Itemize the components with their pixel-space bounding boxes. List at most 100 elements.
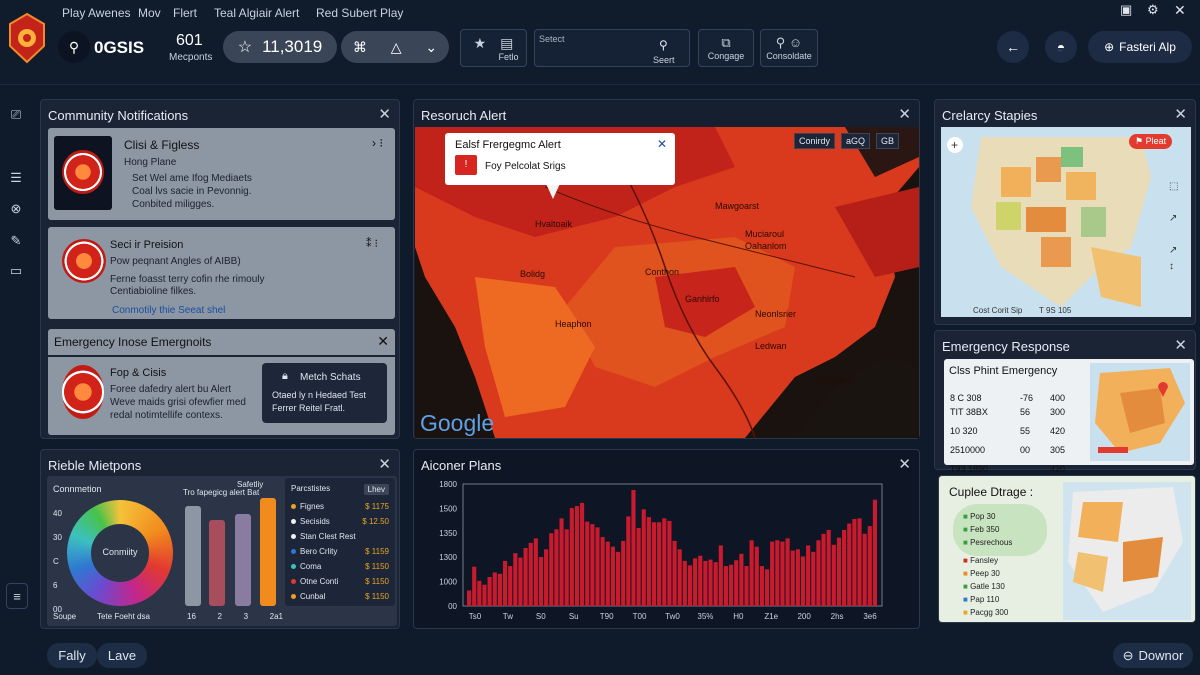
chart-bar[interactable]	[749, 540, 754, 606]
close-icon[interactable]: ✕	[378, 105, 391, 123]
chart-bar[interactable]	[734, 560, 739, 606]
chart-bar[interactable]	[600, 537, 605, 606]
lave-button[interactable]: Lave	[97, 643, 147, 668]
close-icon[interactable]: ✕	[1174, 105, 1187, 123]
chart-bar[interactable]	[723, 566, 729, 606]
consolidate-button[interactable]: ⚲ ☺ Consoldate	[760, 29, 818, 67]
chart-bar[interactable]	[487, 577, 492, 606]
menu-item-4[interactable]: Teal Algiair Alert	[214, 6, 299, 20]
close-icon[interactable]: ✕	[378, 455, 391, 473]
chart-bar[interactable]	[842, 529, 847, 606]
match-schats-box[interactable]: 🔒︎ Metch Schats Otaed ly n Hedaed Test F…	[262, 363, 387, 423]
chart-bar[interactable]	[764, 569, 770, 606]
notification-card[interactable]: Clisi & Figless › ⁝ Hong Plane Set Wel a…	[48, 128, 395, 220]
region-map[interactable]: + ⬚ ↗ ↗ ↕	[941, 127, 1191, 317]
chart-bar[interactable]	[502, 560, 508, 606]
donut-chart[interactable]: Conmiity	[67, 500, 173, 606]
map-tools-pill[interactable]: ⌘ △ ⌄	[341, 31, 449, 63]
chart-bar[interactable]	[585, 521, 590, 606]
chart-bar[interactable]	[544, 549, 549, 606]
chart-bar[interactable]	[785, 538, 790, 606]
chart-bar[interactable]	[554, 529, 559, 606]
chart-bar[interactable]	[533, 538, 538, 606]
search-button[interactable]: ⚲	[58, 31, 90, 63]
chart-bar[interactable]	[744, 566, 749, 606]
chart-bar[interactable]	[836, 537, 842, 606]
response-card[interactable]: Clss Phint Emergency 8 C 308 -76 400 TIT 3…	[944, 359, 1194, 474]
close-window-icon[interactable]: ✕	[1174, 2, 1186, 19]
chart-bar[interactable]	[559, 518, 564, 606]
map-tool-icon[interactable]: ⬚	[1169, 181, 1178, 192]
globe-icon[interactable]: ⊗	[6, 199, 26, 219]
chart-bar[interactable]	[477, 580, 482, 606]
chart-bar[interactable]	[538, 557, 544, 606]
chart-bar[interactable]	[806, 545, 811, 606]
counter-pill[interactable]: ☆ 11,3019	[223, 31, 337, 63]
chart-bar[interactable]	[482, 584, 487, 606]
chart-bar[interactable]	[580, 502, 585, 606]
folder-icon[interactable]: ▭	[6, 261, 26, 281]
download-button[interactable]: ⊖ Downor	[1113, 643, 1193, 668]
table-header-button[interactable]: Lhev	[363, 484, 389, 495]
notification-link[interactable]: Conmotily thie Seeat shel	[112, 304, 225, 317]
account-button[interactable]: ⊕ Fasteri Alp	[1088, 31, 1192, 63]
map-pin-badge[interactable]: ⚑ Pleat	[1129, 134, 1173, 149]
map-tool-icon[interactable]: ↗	[1169, 213, 1177, 224]
table-row[interactable]: Coma $ 1150	[285, 559, 395, 574]
chart-bar[interactable]	[857, 518, 862, 606]
table-row[interactable]: Stan Clest Rest	[285, 529, 395, 544]
chart-bar[interactable]	[595, 527, 600, 606]
map-control[interactable]: aGQ	[841, 133, 871, 149]
chart-bar[interactable]	[667, 520, 672, 606]
chart-bar[interactable]	[549, 533, 554, 606]
chart-bar[interactable]	[831, 544, 836, 606]
bar-chart[interactable]: 1800 1500 1350 1300 1000 00 Ts0 Tw S0 Su T90 T00 Tw0…	[418, 476, 918, 626]
chart-bar[interactable]	[626, 516, 631, 606]
layers-icon[interactable]: ⎚	[6, 105, 26, 125]
chart-bar[interactable]	[872, 499, 877, 606]
help-icon[interactable]: ≡	[6, 583, 28, 609]
chart-bar[interactable]	[821, 533, 826, 606]
chart-bar[interactable]	[615, 551, 621, 606]
chart-bar[interactable]	[739, 553, 744, 606]
menu-item-1[interactable]: Play Awenes	[62, 6, 131, 20]
chart-bar[interactable]	[508, 566, 513, 606]
chart-bar[interactable]	[564, 529, 569, 606]
response-mini-map[interactable]	[1090, 363, 1190, 461]
chart-bar[interactable]	[646, 517, 651, 606]
menu-item-3[interactable]: Flert	[173, 6, 197, 20]
chart-bar[interactable]	[631, 490, 636, 606]
close-icon[interactable]: ✕	[1174, 336, 1187, 354]
chart-bar[interactable]	[672, 540, 677, 606]
chart-bar[interactable]	[862, 533, 867, 606]
close-icon[interactable]: ✕	[377, 333, 389, 350]
emergency-card[interactable]: Fop & Cisis Foree dafedry alert bu Alert…	[48, 357, 395, 435]
chart-bar[interactable]	[718, 545, 723, 606]
notification-actions[interactable]: ⁑ ⁝	[366, 237, 378, 250]
notification-card[interactable]: Seci ir Preision ⁑ ⁝ Pow peqnant Angles …	[48, 227, 395, 319]
list-icon[interactable]: ☰	[6, 168, 26, 188]
chart-bar[interactable]	[651, 522, 657, 606]
chart-bar[interactable]	[759, 566, 764, 606]
chart-bar[interactable]	[518, 557, 523, 606]
chart-bar[interactable]	[621, 540, 626, 606]
chart-bar[interactable]	[569, 508, 574, 606]
map-control[interactable]: GB	[876, 133, 900, 149]
notification-actions[interactable]: › ⁝	[372, 136, 383, 150]
chart-bar[interactable]	[574, 506, 580, 606]
chart-bar[interactable]	[497, 573, 502, 606]
chevron-down-icon[interactable]: ⌄	[425, 39, 437, 56]
chart-bar[interactable]	[682, 560, 687, 606]
triangle-icon[interactable]: △	[391, 39, 402, 56]
chart-bar[interactable]	[472, 566, 477, 606]
table-row[interactable]: Bero Crlity $ 1159	[285, 544, 395, 559]
chart-bar[interactable]	[847, 523, 852, 606]
chart-bar[interactable]	[492, 572, 497, 606]
map-icon[interactable]: ⌘	[353, 39, 367, 56]
table-row[interactable]: Cunbal $ 1150	[285, 589, 395, 604]
back-button[interactable]: ←	[997, 31, 1029, 63]
map-tool-icon[interactable]: ↕	[1169, 261, 1174, 272]
chart-bar[interactable]	[775, 540, 780, 606]
close-icon[interactable]: ✕	[657, 137, 667, 151]
menu-item-2[interactable]: Mov	[138, 6, 161, 20]
